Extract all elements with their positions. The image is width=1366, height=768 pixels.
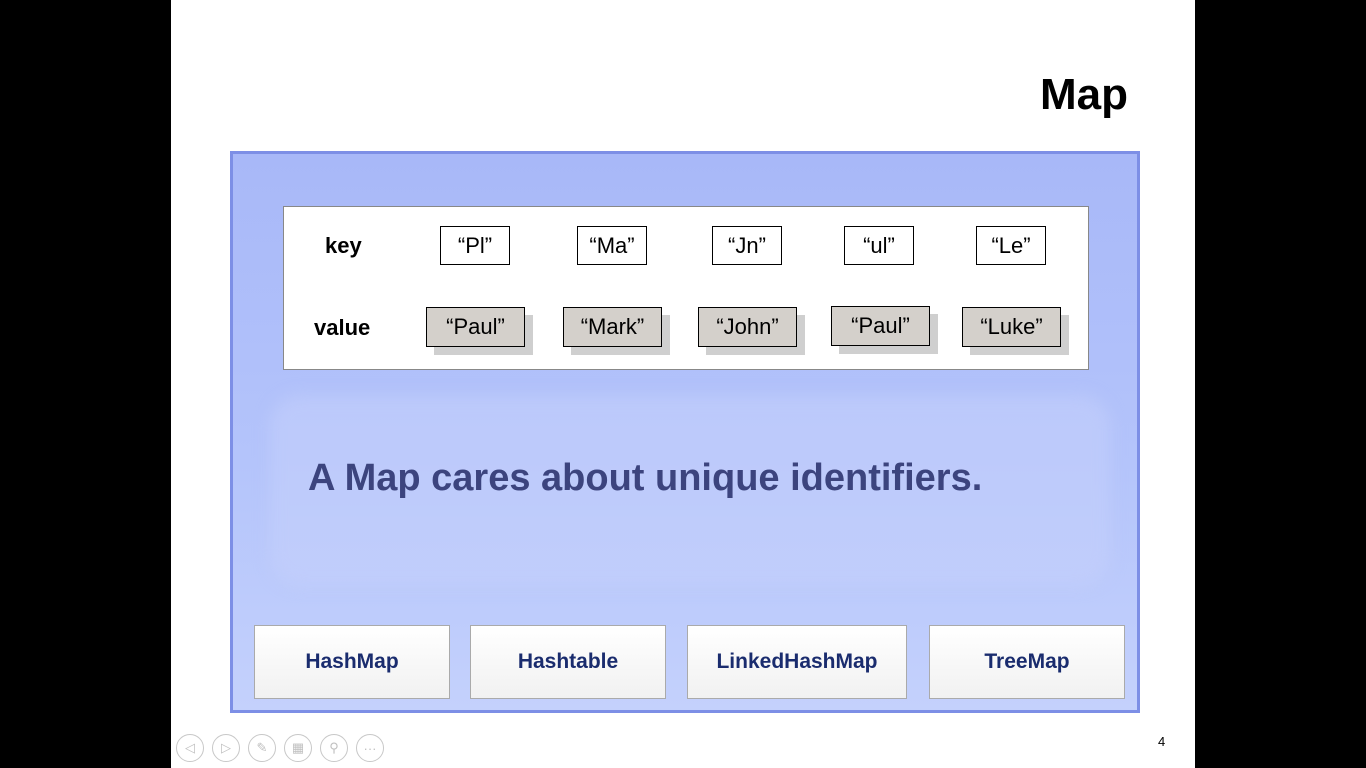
pen-icon[interactable]: ✎ bbox=[248, 734, 276, 762]
value-cell-group: “Paul” bbox=[426, 307, 533, 355]
value-cell: “Paul” bbox=[831, 306, 930, 346]
impl-linkedhashmap: LinkedHashMap bbox=[687, 625, 907, 699]
slideshow-controls: ◁ ▷ ✎ ▦ ⚲ ··· bbox=[176, 734, 384, 764]
value-cell: “Paul” bbox=[426, 307, 525, 347]
key-cell: “Ma” bbox=[577, 226, 647, 265]
map-statement: A Map cares about unique identifiers. bbox=[308, 457, 983, 499]
key-cell: “Le” bbox=[976, 226, 1046, 265]
impl-treemap: TreeMap bbox=[929, 625, 1125, 699]
value-cell: “Luke” bbox=[962, 307, 1061, 347]
more-options-icon[interactable]: ··· bbox=[356, 734, 384, 762]
previous-slide-icon[interactable]: ◁ bbox=[176, 734, 204, 762]
key-cell: “Pl” bbox=[440, 226, 510, 265]
value-row-label: value bbox=[314, 315, 371, 340]
value-cell-group: “Mark” bbox=[563, 307, 670, 355]
value-cell: “Mark” bbox=[563, 307, 662, 347]
value-cell: “John” bbox=[698, 307, 797, 347]
next-slide-icon[interactable]: ▷ bbox=[212, 734, 240, 762]
value-cell-group: “Luke” bbox=[962, 307, 1069, 355]
key-cell: “ul” bbox=[844, 226, 914, 265]
impl-hashmap: HashMap bbox=[254, 625, 450, 699]
impl-hashtable: Hashtable bbox=[470, 625, 666, 699]
slide-sorter-icon[interactable]: ▦ bbox=[284, 734, 312, 762]
zoom-icon[interactable]: ⚲ bbox=[320, 734, 348, 762]
key-row-label: key bbox=[325, 233, 362, 258]
value-cell-group: “John” bbox=[698, 307, 805, 355]
slide-title: Map bbox=[1040, 70, 1128, 119]
slide-page-number: 4 bbox=[1158, 734, 1166, 749]
value-cell-group: “Paul” bbox=[831, 306, 938, 354]
key-cell: “Jn” bbox=[712, 226, 782, 265]
